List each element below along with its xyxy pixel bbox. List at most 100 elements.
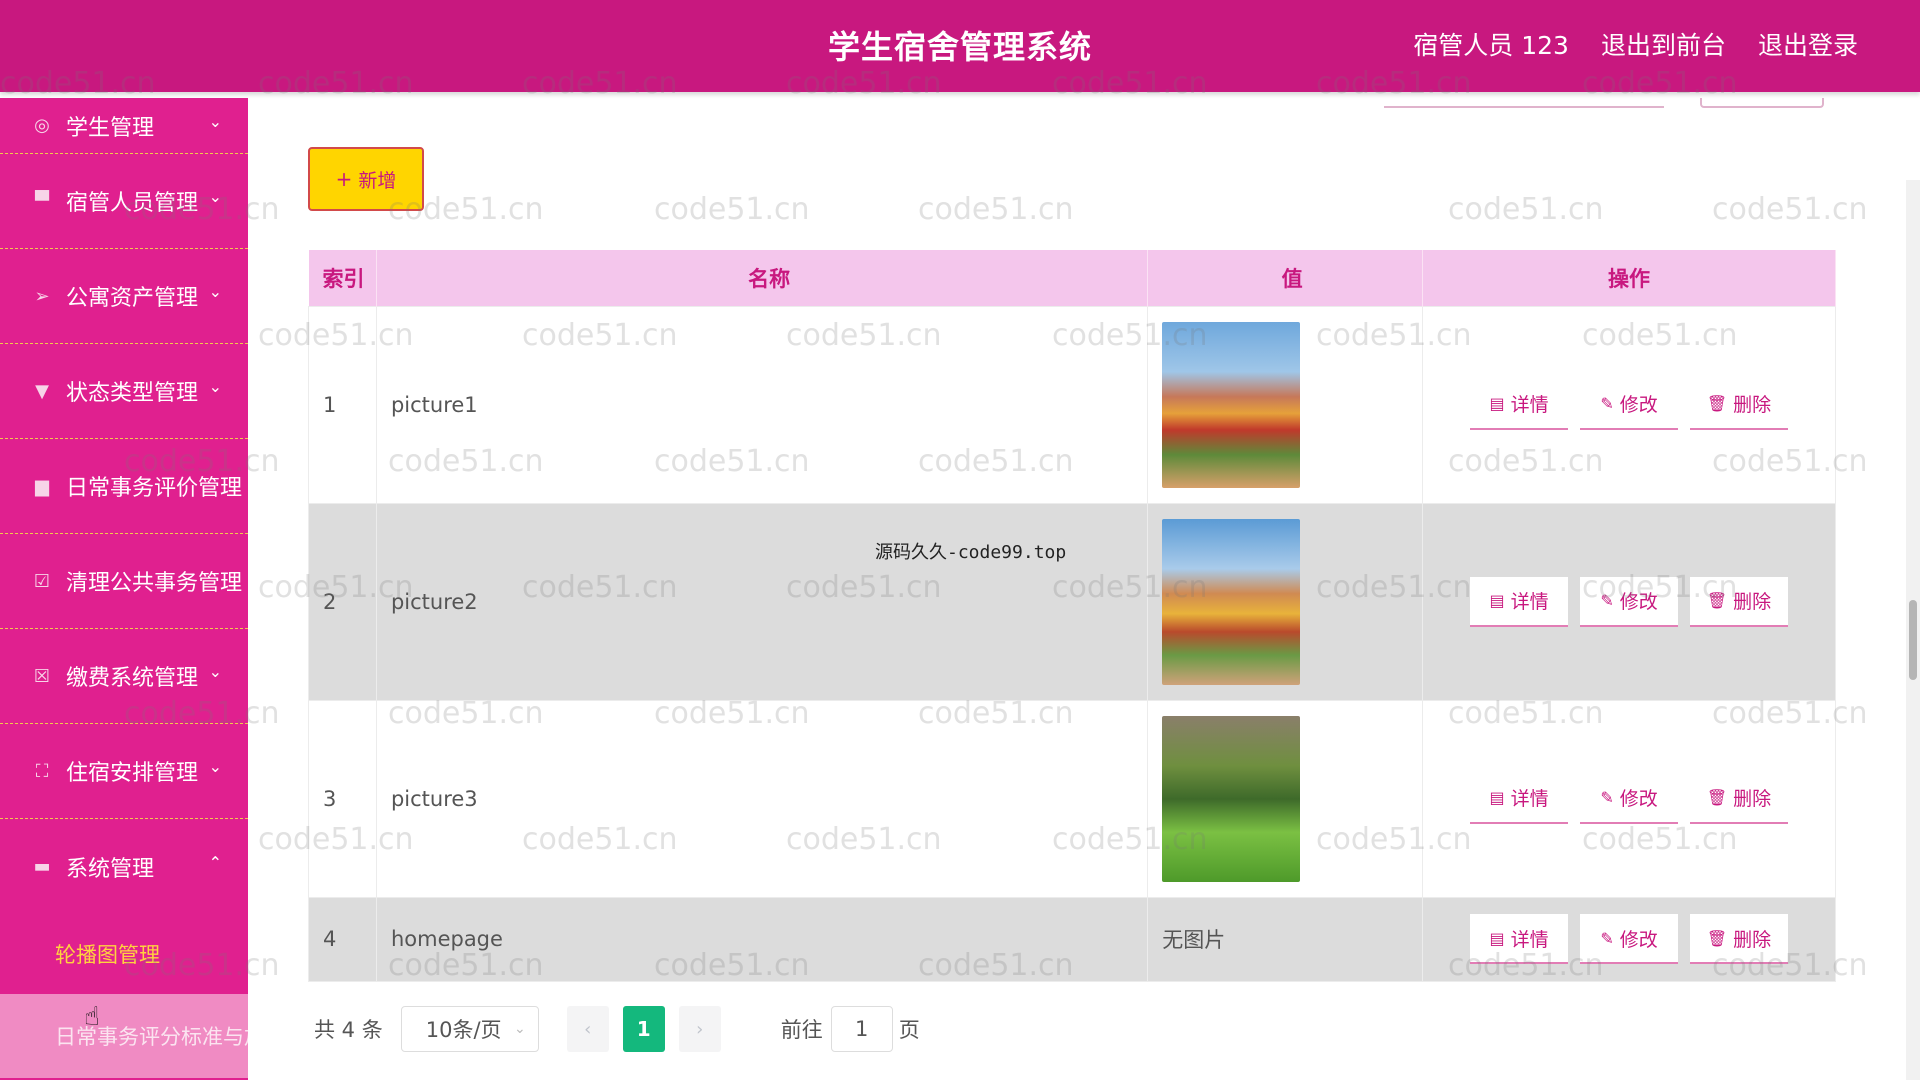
back-to-front-link[interactable]: 退出到前台 bbox=[1601, 26, 1726, 62]
detail-button[interactable]: ▤ 详情 bbox=[1470, 576, 1569, 627]
delete-button[interactable]: 🗑 删除 bbox=[1690, 914, 1789, 964]
delete-button[interactable]: 🗑 删除 bbox=[1690, 379, 1789, 430]
edit-label: 修改 bbox=[1619, 928, 1658, 951]
next-page-button[interactable]: › bbox=[678, 1006, 721, 1052]
edit-button[interactable]: ✎ 修改 bbox=[1580, 379, 1679, 430]
submenu-daily-scoring[interactable]: 日常事务评分标准与加 bbox=[0, 994, 248, 1078]
detail-label: 详情 bbox=[1510, 788, 1549, 810]
plus-icon: + bbox=[335, 167, 353, 191]
carousel-image bbox=[1162, 518, 1301, 685]
goto-page-input[interactable]: 1 bbox=[830, 1006, 893, 1052]
detail-button[interactable]: ▤ 详情 bbox=[1470, 379, 1569, 430]
sidebar-item-dorm-staff[interactable]: ▀ 宿管人员管理 ⌄ bbox=[0, 154, 248, 249]
vertical-scrollbar[interactable] bbox=[1906, 180, 1920, 1080]
table-row: 3 picture3 ▤ 详情 ✎ 修改 🗑 删除 bbox=[308, 699, 1836, 898]
main-content: + 新增 索引 名称 值 操作 1 picture1 ▤ 详情 ✎ 修改 🗑 删除 bbox=[278, 98, 1838, 1080]
source-overlay-text: 源码久久-code99.top bbox=[875, 542, 1067, 563]
sidebar-item-label: 宿管人员管理 bbox=[66, 191, 199, 216]
chevron-up-icon: ⌃ bbox=[208, 852, 222, 872]
edit-button[interactable]: ✎ 修改 bbox=[1580, 914, 1679, 964]
document-icon: ▤ bbox=[1489, 394, 1505, 413]
page-size-select[interactable]: 10条/页 ⌄ bbox=[400, 1006, 539, 1052]
sidebar-item-public-cleaning[interactable]: ☑ 清理公共事务管理 bbox=[0, 534, 248, 629]
scrollbar-thumb[interactable] bbox=[1909, 600, 1917, 680]
sidebar-item-payment[interactable]: ☒ 缴费系统管理 ⌄ bbox=[0, 629, 248, 724]
no-image-text: 无图片 bbox=[1162, 928, 1226, 952]
detail-button[interactable]: ▤ 详情 bbox=[1470, 914, 1569, 964]
pencil-icon: ✎ bbox=[1600, 788, 1614, 807]
edit-button[interactable]: ✎ 修改 bbox=[1580, 773, 1679, 824]
sidebar-item-label: 系统管理 bbox=[66, 856, 155, 882]
detail-button[interactable]: ▤ 详情 bbox=[1470, 773, 1569, 824]
column-header-index: 索引 bbox=[308, 250, 377, 306]
chevron-down-icon: ⌄ bbox=[208, 111, 222, 131]
goto-label: 前往 bbox=[780, 1018, 823, 1042]
sidebar-item-label: 日常事务评价管理 bbox=[66, 476, 243, 501]
carousel-image bbox=[1162, 715, 1301, 882]
trash-icon: 🗑 bbox=[1706, 788, 1728, 807]
edit-label: 修改 bbox=[1619, 394, 1658, 416]
page-number-current[interactable]: 1 bbox=[622, 1006, 665, 1052]
table-row: 1 picture1 ▤ 详情 ✎ 修改 🗑 删除 bbox=[308, 305, 1836, 504]
row-index: 2 bbox=[308, 502, 377, 701]
row-value bbox=[1147, 502, 1424, 701]
row-actions: ▤ 详情 ✎ 修改 🗑 删除 bbox=[1422, 502, 1836, 701]
check-icon: ☑ bbox=[33, 570, 51, 592]
trash-icon: ☒ bbox=[33, 665, 51, 687]
sidebar-item-system[interactable]: ▬ 系统管理 ⌃ bbox=[0, 819, 248, 914]
table-row: 2 picture2 ▤ 详情 ✎ 修改 🗑 删除 bbox=[308, 502, 1836, 701]
search-button[interactable] bbox=[1700, 98, 1824, 108]
data-table: 索引 名称 值 操作 1 picture1 ▤ 详情 ✎ 修改 🗑 删除 2 p… bbox=[308, 250, 1836, 982]
sidebar-item-label: 公寓资产管理 bbox=[66, 286, 199, 311]
detail-label: 详情 bbox=[1510, 928, 1549, 951]
row-actions: ▤ 详情 ✎ 修改 🗑 删除 bbox=[1422, 305, 1836, 504]
chevron-right-icon: › bbox=[696, 1018, 704, 1040]
edit-button[interactable]: ✎ 修改 bbox=[1580, 576, 1679, 627]
current-user: 宿管人员 123 bbox=[1413, 31, 1569, 60]
chevron-down-icon: ⌄ bbox=[208, 187, 222, 206]
submenu-carousel[interactable]: 轮播图管理 bbox=[0, 914, 248, 994]
column-header-name: 名称 bbox=[376, 250, 1149, 306]
delete-button[interactable]: 🗑 删除 bbox=[1690, 576, 1789, 627]
column-header-actions: 操作 bbox=[1422, 250, 1836, 306]
delete-label: 删除 bbox=[1733, 591, 1772, 613]
delete-label: 删除 bbox=[1733, 788, 1772, 810]
prev-page-button[interactable]: ‹ bbox=[566, 1006, 609, 1052]
search-input[interactable] bbox=[1384, 106, 1664, 108]
pagination: 共 4 条 10条/页 ⌄ ‹ 1 › 前往 1 页 bbox=[314, 1006, 920, 1052]
page-size-value: 10条/页 bbox=[425, 1018, 502, 1042]
row-value: 无图片 bbox=[1147, 896, 1424, 982]
system-submenu: 轮播图管理 日常事务评分标准与加 bbox=[0, 914, 248, 1078]
sidebar-item-students[interactable]: ◎ 学生管理 ⌄ bbox=[0, 98, 248, 154]
add-button[interactable]: + 新增 bbox=[308, 147, 424, 211]
frame-icon: ⛶ bbox=[35, 760, 49, 782]
logout-link[interactable]: 退出登录 bbox=[1758, 26, 1858, 62]
user-icon: ◎ bbox=[34, 115, 50, 136]
row-actions: ▤ 详情 ✎ 修改 🗑 删除 bbox=[1422, 896, 1836, 982]
row-name: picture2 bbox=[375, 502, 1149, 701]
pencil-icon: ✎ bbox=[1600, 591, 1614, 610]
document-icon: ▤ bbox=[1489, 928, 1505, 948]
sidebar: ◎ 学生管理 ⌄ ▀ 宿管人员管理 ⌄ ➢ 公寓资产管理 ⌄ ▼ 状态类型管理 … bbox=[0, 98, 248, 1080]
chevron-left-icon: ‹ bbox=[584, 1018, 592, 1040]
chevron-down-icon: ⌄ bbox=[208, 757, 222, 776]
edit-label: 修改 bbox=[1619, 591, 1658, 613]
sidebar-item-label: 缴费系统管理 bbox=[66, 666, 199, 691]
row-index: 3 bbox=[308, 699, 377, 898]
delete-button[interactable]: 🗑 删除 bbox=[1690, 773, 1789, 824]
table-header-row: 索引 名称 值 操作 bbox=[308, 250, 1836, 306]
pencil-icon: ✎ bbox=[1600, 928, 1614, 948]
sidebar-item-assets[interactable]: ➢ 公寓资产管理 ⌄ bbox=[0, 249, 248, 344]
row-name: picture1 bbox=[375, 305, 1149, 504]
sidebar-item-label: 住宿安排管理 bbox=[66, 761, 199, 786]
chevron-down-icon: ⌄ bbox=[513, 1021, 526, 1037]
sidebar-item-daily-evaluation[interactable]: ▆ 日常事务评价管理 bbox=[0, 439, 248, 534]
sidebar-item-accommodation[interactable]: ⛶ 住宿安排管理 ⌄ bbox=[0, 724, 248, 819]
send-icon: ➢ bbox=[34, 285, 50, 307]
delete-label: 删除 bbox=[1733, 928, 1772, 951]
row-name: picture3 bbox=[375, 699, 1149, 898]
mouse-cursor-icon: ☝ bbox=[84, 1002, 100, 1032]
delete-label: 删除 bbox=[1733, 394, 1772, 416]
sidebar-item-status-types[interactable]: ▼ 状态类型管理 ⌄ bbox=[0, 344, 248, 439]
board-icon: ▆ bbox=[35, 475, 49, 497]
